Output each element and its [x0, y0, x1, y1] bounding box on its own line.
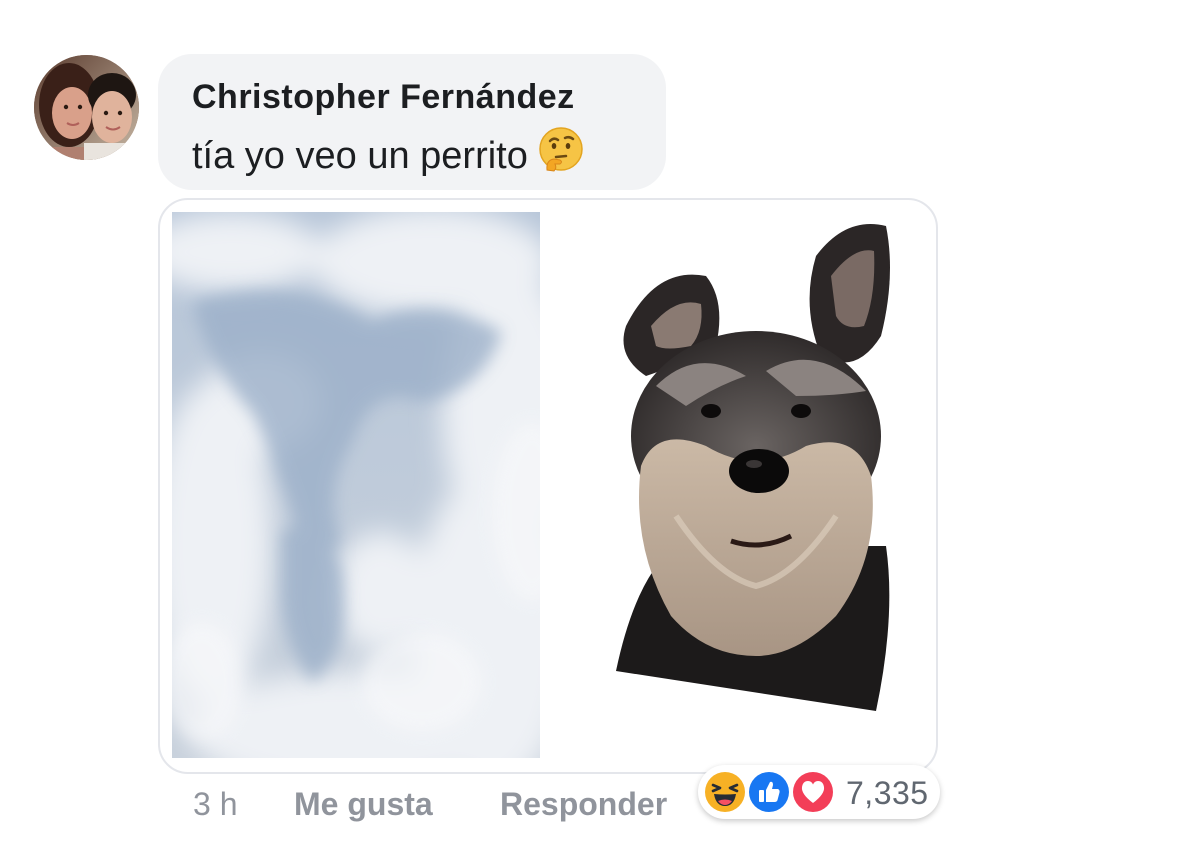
love-reaction-icon [790, 769, 836, 815]
comment-text: tía yo veo un perrito [192, 135, 528, 178]
cloud-sky-photo [172, 212, 540, 758]
comment-image-attachment[interactable] [158, 198, 938, 774]
avatar-photo [34, 55, 139, 160]
thinking-face-emoji-icon [538, 126, 584, 182]
like-button[interactable]: Me gusta [294, 786, 433, 823]
comment-text-row: tía yo veo un perrito [192, 127, 584, 186]
comment-author[interactable]: Christopher Fernández [192, 78, 575, 117]
schnauzer-dog-photo [596, 216, 926, 716]
haha-reaction-icon [702, 769, 748, 815]
reply-button[interactable]: Responder [500, 786, 667, 823]
reactions-summary[interactable]: 7,335 [698, 765, 940, 819]
avatar[interactable] [34, 55, 139, 160]
comment-timestamp[interactable]: 3 h [193, 786, 237, 823]
comment-bubble: Christopher Fernández tía yo veo un perr… [158, 54, 666, 190]
like-reaction-icon [746, 769, 792, 815]
reaction-count: 7,335 [846, 775, 929, 811]
